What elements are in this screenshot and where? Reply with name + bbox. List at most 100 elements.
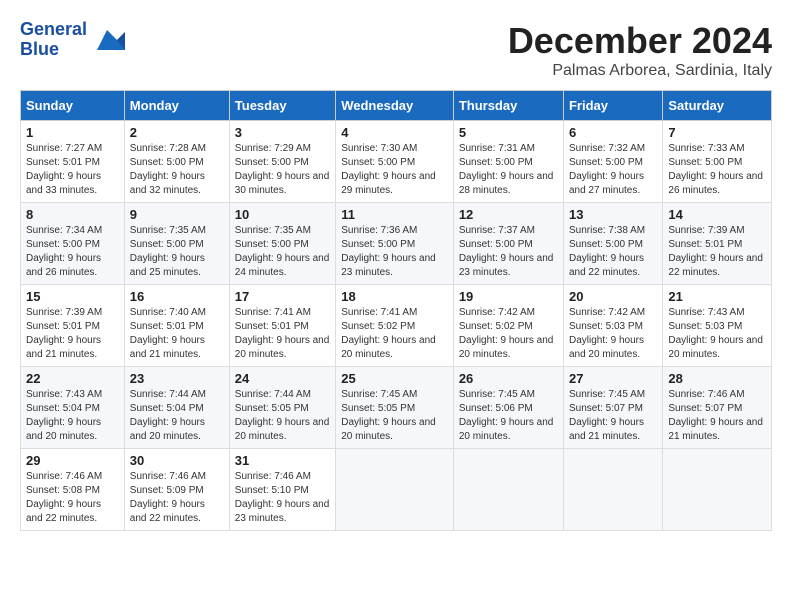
day-cell-28: 28 Sunrise: 7:46 AMSunset: 5:07 PMDayligh… <box>663 367 772 449</box>
day-info: Sunrise: 7:33 AMSunset: 5:00 PMDaylight:… <box>668 142 766 198</box>
day-cell-16: 16 Sunrise: 7:40 AMSunset: 5:01 PMDayligh… <box>124 285 229 367</box>
calendar-week-3: 15 Sunrise: 7:39 AMSunset: 5:01 PMDayligh… <box>21 285 772 367</box>
calendar-header: SundayMondayTuesdayWednesdayThursdayFrid… <box>21 91 772 121</box>
day-info: Sunrise: 7:40 AMSunset: 5:01 PMDaylight:… <box>130 306 224 362</box>
day-number: 10 <box>235 207 330 222</box>
day-cell-18: 18 Sunrise: 7:41 AMSunset: 5:02 PMDayligh… <box>336 285 454 367</box>
day-cell-30: 30Sunrise: 7:46 AMSunset: 5:09 PMDayligh… <box>124 449 229 531</box>
day-info: Sunrise: 7:39 AMSunset: 5:01 PMDaylight:… <box>668 224 766 280</box>
day-number: 16 <box>130 289 224 304</box>
empty-cell <box>453 449 563 531</box>
logo: General Blue <box>20 20 125 60</box>
day-info: Sunrise: 7:38 AMSunset: 5:00 PMDaylight:… <box>569 224 657 280</box>
day-number: 11 <box>341 207 448 222</box>
day-info: Sunrise: 7:42 AMSunset: 5:02 PMDaylight:… <box>459 306 558 362</box>
day-info: Sunrise: 7:36 AMSunset: 5:00 PMDaylight:… <box>341 224 448 280</box>
day-number: 7 <box>668 125 766 140</box>
day-cell-31: 31Sunrise: 7:46 AMSunset: 5:10 PMDayligh… <box>229 449 335 531</box>
day-number: 5 <box>459 125 558 140</box>
day-number: 15 <box>26 289 119 304</box>
day-info: Sunrise: 7:37 AMSunset: 5:00 PMDaylight:… <box>459 224 558 280</box>
day-number: 1 <box>26 125 119 140</box>
title-area: December 2024 Palmas Arborea, Sardinia, … <box>508 20 772 80</box>
day-cell-7: 7 Sunrise: 7:33 AMSunset: 5:00 PMDaylight… <box>663 121 772 203</box>
day-info: Sunrise: 7:32 AMSunset: 5:00 PMDaylight:… <box>569 142 657 198</box>
day-number: 28 <box>668 371 766 386</box>
day-number: 13 <box>569 207 657 222</box>
day-cell-4: 4Sunrise: 7:30 AMSunset: 5:00 PMDaylight… <box>336 121 454 203</box>
day-number: 26 <box>459 371 558 386</box>
day-cell-2: 2Sunrise: 7:28 AMSunset: 5:00 PMDaylight… <box>124 121 229 203</box>
day-cell-5: 5 Sunrise: 7:31 AMSunset: 5:00 PMDaylight… <box>453 121 563 203</box>
header-cell-wednesday: Wednesday <box>336 91 454 121</box>
day-info: Sunrise: 7:29 AMSunset: 5:00 PMDaylight:… <box>235 142 330 198</box>
day-info: Sunrise: 7:45 AMSunset: 5:07 PMDaylight:… <box>569 388 657 444</box>
day-cell-22: 22Sunrise: 7:43 AMSunset: 5:04 PMDayligh… <box>21 367 125 449</box>
day-info: Sunrise: 7:43 AMSunset: 5:04 PMDaylight:… <box>26 388 119 444</box>
calendar-week-5: 29Sunrise: 7:46 AMSunset: 5:08 PMDayligh… <box>21 449 772 531</box>
day-cell-12: 12 Sunrise: 7:37 AMSunset: 5:00 PMDayligh… <box>453 203 563 285</box>
calendar-week-1: 1 Sunrise: 7:27 AMSunset: 5:01 PMDaylight… <box>21 121 772 203</box>
day-cell-17: 17Sunrise: 7:41 AMSunset: 5:01 PMDayligh… <box>229 285 335 367</box>
logo-general: General <box>20 20 87 40</box>
day-cell-9: 9 Sunrise: 7:35 AMSunset: 5:00 PMDaylight… <box>124 203 229 285</box>
empty-cell <box>563 449 662 531</box>
month-title: December 2024 <box>508 20 772 62</box>
day-number: 12 <box>459 207 558 222</box>
header-cell-monday: Monday <box>124 91 229 121</box>
calendar-table: SundayMondayTuesdayWednesdayThursdayFrid… <box>20 90 772 531</box>
day-number: 9 <box>130 207 224 222</box>
day-info: Sunrise: 7:34 AMSunset: 5:00 PMDaylight:… <box>26 224 119 280</box>
day-info: Sunrise: 7:44 AMSunset: 5:05 PMDaylight:… <box>235 388 330 444</box>
day-cell-19: 19Sunrise: 7:42 AMSunset: 5:02 PMDayligh… <box>453 285 563 367</box>
day-number: 23 <box>130 371 224 386</box>
day-info: Sunrise: 7:45 AMSunset: 5:06 PMDaylight:… <box>459 388 558 444</box>
day-number: 18 <box>341 289 448 304</box>
day-info: Sunrise: 7:42 AMSunset: 5:03 PMDaylight:… <box>569 306 657 362</box>
day-info: Sunrise: 7:46 AMSunset: 5:08 PMDaylight:… <box>26 470 119 526</box>
day-info: Sunrise: 7:45 AMSunset: 5:05 PMDaylight:… <box>341 388 448 444</box>
day-cell-15: 15 Sunrise: 7:39 AMSunset: 5:01 PMDayligh… <box>21 285 125 367</box>
day-info: Sunrise: 7:43 AMSunset: 5:03 PMDaylight:… <box>668 306 766 362</box>
day-info: Sunrise: 7:44 AMSunset: 5:04 PMDaylight:… <box>130 388 224 444</box>
day-info: Sunrise: 7:46 AMSunset: 5:07 PMDaylight:… <box>668 388 766 444</box>
day-cell-20: 20Sunrise: 7:42 AMSunset: 5:03 PMDayligh… <box>563 285 662 367</box>
day-info: Sunrise: 7:27 AMSunset: 5:01 PMDaylight:… <box>26 142 119 198</box>
day-cell-14: 14 Sunrise: 7:39 AMSunset: 5:01 PMDayligh… <box>663 203 772 285</box>
day-number: 3 <box>235 125 330 140</box>
header: General Blue December 2024 Palmas Arbore… <box>20 20 772 80</box>
day-info: Sunrise: 7:35 AMSunset: 5:00 PMDaylight:… <box>235 224 330 280</box>
logo-text: General Blue <box>20 20 87 60</box>
calendar-week-2: 8Sunrise: 7:34 AMSunset: 5:00 PMDaylight… <box>21 203 772 285</box>
day-cell-10: 10 Sunrise: 7:35 AMSunset: 5:00 PMDayligh… <box>229 203 335 285</box>
day-number: 31 <box>235 453 330 468</box>
day-cell-21: 21Sunrise: 7:43 AMSunset: 5:03 PMDayligh… <box>663 285 772 367</box>
day-cell-24: 24 Sunrise: 7:44 AMSunset: 5:05 PMDayligh… <box>229 367 335 449</box>
day-number: 25 <box>341 371 448 386</box>
day-number: 6 <box>569 125 657 140</box>
day-info: Sunrise: 7:35 AMSunset: 5:00 PMDaylight:… <box>130 224 224 280</box>
day-cell-13: 13 Sunrise: 7:38 AMSunset: 5:00 PMDayligh… <box>563 203 662 285</box>
day-info: Sunrise: 7:28 AMSunset: 5:00 PMDaylight:… <box>130 142 224 198</box>
day-number: 27 <box>569 371 657 386</box>
empty-cell <box>663 449 772 531</box>
day-cell-11: 11 Sunrise: 7:36 AMSunset: 5:00 PMDayligh… <box>336 203 454 285</box>
calendar-week-4: 22Sunrise: 7:43 AMSunset: 5:04 PMDayligh… <box>21 367 772 449</box>
day-number: 4 <box>341 125 448 140</box>
day-cell-8: 8Sunrise: 7:34 AMSunset: 5:00 PMDaylight… <box>21 203 125 285</box>
header-cell-sunday: Sunday <box>21 91 125 121</box>
day-number: 14 <box>668 207 766 222</box>
header-cell-tuesday: Tuesday <box>229 91 335 121</box>
day-info: Sunrise: 7:39 AMSunset: 5:01 PMDaylight:… <box>26 306 119 362</box>
logo-icon <box>89 22 125 58</box>
location-title: Palmas Arborea, Sardinia, Italy <box>508 62 772 80</box>
empty-cell <box>336 449 454 531</box>
day-cell-25: 25 Sunrise: 7:45 AMSunset: 5:05 PMDayligh… <box>336 367 454 449</box>
day-info: Sunrise: 7:41 AMSunset: 5:02 PMDaylight:… <box>341 306 448 362</box>
day-info: Sunrise: 7:31 AMSunset: 5:00 PMDaylight:… <box>459 142 558 198</box>
day-cell-29: 29Sunrise: 7:46 AMSunset: 5:08 PMDayligh… <box>21 449 125 531</box>
day-cell-6: 6 Sunrise: 7:32 AMSunset: 5:00 PMDaylight… <box>563 121 662 203</box>
header-cell-friday: Friday <box>563 91 662 121</box>
day-number: 24 <box>235 371 330 386</box>
header-cell-thursday: Thursday <box>453 91 563 121</box>
